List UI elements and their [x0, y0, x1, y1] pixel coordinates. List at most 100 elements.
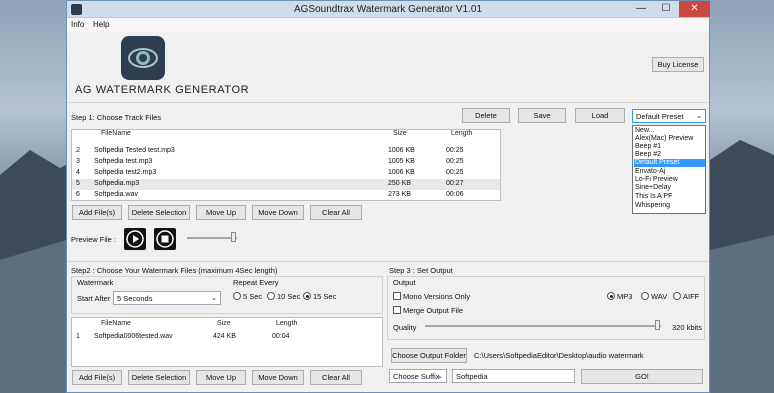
divider	[67, 261, 709, 262]
save-preset-button[interactable]: Save	[518, 108, 566, 123]
preset-dropdown[interactable]: Default Preset ⌄	[632, 109, 706, 123]
choose-output-folder-button[interactable]: Choose Output Folder	[391, 348, 467, 363]
quality-value: 320 kbits	[672, 323, 703, 332]
load-preset-button[interactable]: Load	[575, 108, 625, 123]
close-button[interactable]: ✕	[679, 1, 710, 17]
suffix-input[interactable]: Softpedia	[452, 369, 575, 383]
merge-checkbox[interactable]	[393, 306, 401, 314]
preset-dropdown-value: Default Preset	[636, 112, 684, 121]
play-button[interactable]	[124, 228, 146, 250]
format-mp3-label[interactable]: MP3	[617, 292, 632, 301]
move-up-button[interactable]: Move Up	[196, 205, 246, 220]
eye-logo-icon	[121, 36, 165, 80]
chevron-down-icon: ⌄	[437, 373, 443, 380]
logo-text: AG WATERMARK GENERATOR	[75, 84, 250, 96]
start-after-dropdown[interactable]: 5 Seconds ⌄	[113, 291, 221, 305]
preset-option[interactable]: Alex(Mac) Preview	[634, 135, 705, 143]
preview-seek-thumb[interactable]	[231, 232, 236, 242]
preset-option[interactable]: New...	[634, 127, 705, 135]
step1-label: Step 1: Choose Track Files	[71, 113, 162, 122]
preset-option[interactable]: Beep #2	[634, 151, 705, 159]
format-aiff-radio[interactable]	[673, 292, 681, 300]
preview-seek-track[interactable]	[187, 237, 237, 239]
stop-button[interactable]	[154, 228, 176, 250]
watermark-move-up-button[interactable]: Move Up	[196, 370, 246, 385]
preset-option-selected[interactable]: Default Preset	[634, 159, 705, 167]
preset-dropdown-list[interactable]: New... Alex(Mac) Preview Beep #1 Beep #2…	[632, 125, 706, 214]
stop-icon	[156, 230, 174, 248]
repeat-5sec-radio[interactable]	[233, 292, 241, 300]
preset-option[interactable]: Beep #1	[634, 143, 705, 151]
quality-slider-thumb[interactable]	[655, 320, 660, 330]
repeat-5sec-label[interactable]: 5 Sec	[243, 292, 262, 301]
track-list[interactable]: FileName Size Length 2 Softpedia Tested …	[71, 129, 501, 201]
watermark-move-down-button[interactable]: Move Down	[252, 370, 304, 385]
chevron-down-icon: ⌄	[211, 295, 217, 302]
repeat-10sec-label[interactable]: 10 Sec	[277, 292, 300, 301]
repeat-10sec-radio[interactable]	[267, 292, 275, 300]
app-window: AGSoundtrax Watermark Generator V1.01 — …	[66, 0, 710, 393]
watermark-label: Watermark	[77, 278, 114, 287]
preset-option[interactable]: Whispering	[634, 202, 705, 210]
preview-label: Preview File :	[71, 235, 117, 244]
merge-label[interactable]: Merge Output File	[403, 306, 463, 315]
column-size[interactable]: Size	[393, 130, 407, 142]
window-title: AGSoundtrax Watermark Generator V1.01	[293, 4, 483, 15]
choose-suffix-label: Choose Suffix	[393, 372, 440, 381]
table-row[interactable]: 4 Softpedia test2.mp3 1006 KB 00:25	[72, 168, 500, 179]
delete-preset-button[interactable]: Delete	[462, 108, 510, 123]
delete-watermark-selection-button[interactable]: Delete Selection	[128, 370, 190, 385]
menu-info[interactable]: Info	[71, 20, 84, 29]
preset-option[interactable]: Envato-Aj	[634, 168, 705, 176]
menu-bar: Info Help	[67, 18, 709, 32]
format-aiff-label[interactable]: AIFF	[683, 292, 699, 301]
buy-license-button[interactable]: Buy License	[652, 57, 704, 72]
go-button[interactable]: GO!	[581, 369, 703, 384]
repeat-every-label: Repeat Every	[233, 278, 279, 287]
table-row[interactable]: 2 Softpedia Tested test.mp3 1006 KB 00:2…	[72, 146, 500, 157]
maximize-button[interactable]: ☐	[655, 1, 677, 17]
chevron-down-icon: ⌄	[696, 113, 702, 120]
menu-help[interactable]: Help	[93, 20, 109, 29]
preset-option[interactable]: Lo-Fi Preview	[634, 176, 705, 184]
column-filename[interactable]: FileName	[101, 130, 131, 142]
eye-icon	[128, 48, 158, 68]
delete-selection-button[interactable]: Delete Selection	[128, 205, 190, 220]
column-size[interactable]: Size	[217, 320, 231, 332]
suffix-value: Softpedia	[456, 372, 488, 381]
title-bar: AGSoundtrax Watermark Generator V1.01 — …	[67, 1, 710, 18]
divider	[67, 102, 709, 103]
minimize-button[interactable]: —	[629, 1, 653, 17]
output-folder-path: C:\Users\SoftpediaEditor\Desktop\audio w…	[474, 351, 644, 360]
mono-checkbox[interactable]	[393, 292, 401, 300]
quality-label: Quality	[393, 323, 417, 332]
add-files-button[interactable]: Add File(s)	[72, 205, 122, 220]
table-row[interactable]: 6 Softpedia.wav 273 KB 00:06	[72, 190, 500, 201]
choose-suffix-dropdown[interactable]: Choose Suffix ⌄	[389, 369, 447, 383]
step2-label: Step2 : Choose Your Watermark Files (max…	[71, 266, 278, 275]
move-down-button[interactable]: Move Down	[252, 205, 304, 220]
column-length[interactable]: Length	[276, 320, 297, 332]
table-row[interactable]: 3 Softpedia test.mp3 1005 KB 00:25	[72, 157, 500, 168]
preset-option[interactable]: Sine+Delay	[634, 184, 705, 192]
watermark-clear-all-button[interactable]: Clear All	[310, 370, 362, 385]
preset-option[interactable]: This Is A PF	[634, 193, 705, 201]
table-row[interactable]: 5 Softpedia.mp3 250 KB 00:27	[72, 179, 500, 190]
repeat-15sec-label[interactable]: 15 Sec	[313, 292, 336, 301]
start-after-label: Start After	[77, 294, 111, 303]
quality-slider-track[interactable]	[425, 325, 661, 327]
clear-all-button[interactable]: Clear All	[310, 205, 362, 220]
mono-label[interactable]: Mono Versions Only	[403, 292, 470, 301]
column-filename[interactable]: FileName	[101, 320, 131, 332]
add-watermark-files-button[interactable]: Add File(s)	[72, 370, 122, 385]
format-wav-radio[interactable]	[641, 292, 649, 300]
step3-label: Step 3 : Set Output	[389, 266, 453, 275]
watermark-list[interactable]: FileName Size Length 1 Softpedia0006test…	[71, 317, 383, 367]
format-wav-label[interactable]: WAV	[651, 292, 667, 301]
play-icon	[126, 230, 144, 248]
format-mp3-radio[interactable]	[607, 292, 615, 300]
table-row[interactable]: 1 Softpedia0006tested.wav 424 KB 00:04	[72, 332, 382, 343]
column-length[interactable]: Length	[451, 130, 472, 142]
repeat-15sec-radio[interactable]	[303, 292, 311, 300]
start-after-value: 5 Seconds	[117, 294, 153, 303]
